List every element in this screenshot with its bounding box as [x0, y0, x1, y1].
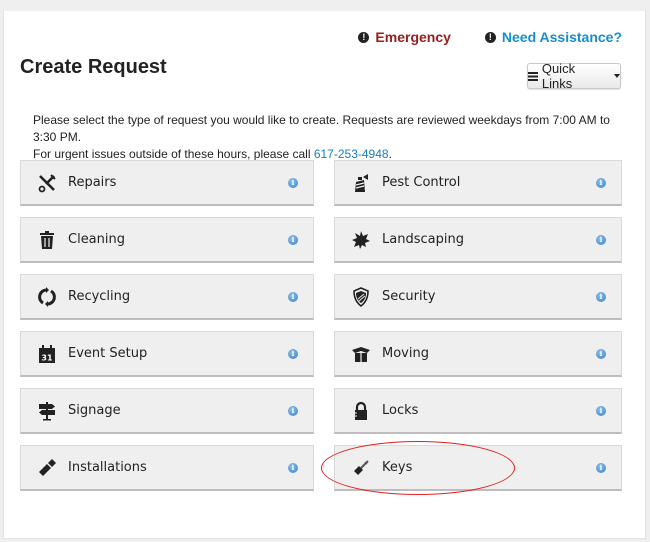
- request-tile-landscaping[interactable]: Landscaping i: [334, 217, 622, 263]
- emergency-link[interactable]: ! Emergency: [358, 29, 451, 45]
- intro-line-2-prefix: For urgent issues outside of these hours…: [33, 147, 314, 161]
- exclamation-icon: !: [358, 31, 370, 43]
- list-icon: [528, 71, 538, 81]
- trash-icon: [36, 229, 58, 251]
- recycle-icon: [36, 286, 58, 308]
- key-icon: [350, 457, 372, 479]
- request-tile-signage[interactable]: Signage i: [20, 388, 314, 434]
- info-icon[interactable]: i: [596, 291, 606, 302]
- tile-label: Security: [382, 289, 436, 304]
- info-icon[interactable]: i: [596, 177, 606, 188]
- top-links: ! Emergency ! Need Assistance?: [358, 29, 622, 45]
- need-assistance-label: Need Assistance?: [501, 29, 622, 45]
- tile-label: Keys: [382, 460, 413, 475]
- emergency-label: Emergency: [375, 29, 451, 45]
- quick-links-label: Quick Links: [541, 61, 576, 91]
- request-tile-security[interactable]: Security i: [334, 274, 622, 320]
- info-icon[interactable]: i: [288, 405, 298, 416]
- tile-label: Landscaping: [382, 232, 464, 247]
- info-icon[interactable]: i: [288, 462, 298, 473]
- box-icon: [350, 343, 372, 365]
- request-tile-cleaning[interactable]: Cleaning i: [20, 217, 314, 263]
- request-tile-moving[interactable]: Moving i: [334, 331, 622, 377]
- exclamation-icon: !: [484, 31, 496, 43]
- request-tile-locks[interactable]: Locks i: [334, 388, 622, 434]
- calendar-icon: 31: [36, 343, 58, 365]
- request-tile-installations[interactable]: Installations i: [20, 445, 314, 491]
- tile-label: Repairs: [68, 175, 117, 190]
- request-tile-recycling[interactable]: Recycling i: [20, 274, 314, 320]
- tile-label: Locks: [382, 403, 419, 418]
- tools-icon: [36, 172, 58, 194]
- need-assistance-link[interactable]: ! Need Assistance?: [484, 29, 622, 45]
- intro-line-2-suffix: .: [388, 147, 392, 161]
- leaf-icon: [350, 229, 372, 251]
- request-tile-pest-control[interactable]: Pest Control i: [334, 160, 622, 206]
- info-icon[interactable]: i: [596, 462, 606, 473]
- request-tile-event-setup[interactable]: 31 Event Setup i: [20, 331, 314, 377]
- tile-label: Installations: [68, 460, 147, 475]
- info-icon[interactable]: i: [288, 234, 298, 245]
- tile-label: Pest Control: [382, 175, 461, 190]
- tile-label: Signage: [68, 403, 121, 418]
- page-title: Create Request: [20, 56, 167, 78]
- info-icon[interactable]: i: [596, 348, 606, 359]
- info-icon[interactable]: i: [596, 405, 606, 416]
- intro-line-1: Please select the type of request you wo…: [33, 113, 610, 144]
- hammer-icon: [36, 457, 58, 479]
- signpost-icon: [36, 400, 58, 422]
- intro-text: Please select the type of request you wo…: [33, 112, 633, 163]
- info-icon[interactable]: i: [596, 234, 606, 245]
- tile-label: Event Setup: [68, 346, 148, 361]
- request-tile-keys[interactable]: Keys i: [334, 445, 622, 491]
- svg-text:31: 31: [41, 353, 53, 362]
- request-tile-repairs[interactable]: Repairs i: [20, 160, 314, 206]
- tile-label: Moving: [382, 346, 429, 361]
- tile-label: Recycling: [68, 289, 131, 304]
- lock-icon: [350, 400, 372, 422]
- info-icon[interactable]: i: [288, 348, 298, 359]
- spray-can-icon: [350, 172, 372, 194]
- info-icon[interactable]: i: [288, 177, 298, 188]
- shield-icon: [350, 286, 372, 308]
- phone-link[interactable]: 617-253-4948: [314, 147, 389, 161]
- caret-down-icon: [614, 74, 620, 78]
- tile-label: Cleaning: [68, 232, 125, 247]
- info-icon[interactable]: i: [288, 291, 298, 302]
- quick-links-button[interactable]: Quick Links: [527, 61, 621, 91]
